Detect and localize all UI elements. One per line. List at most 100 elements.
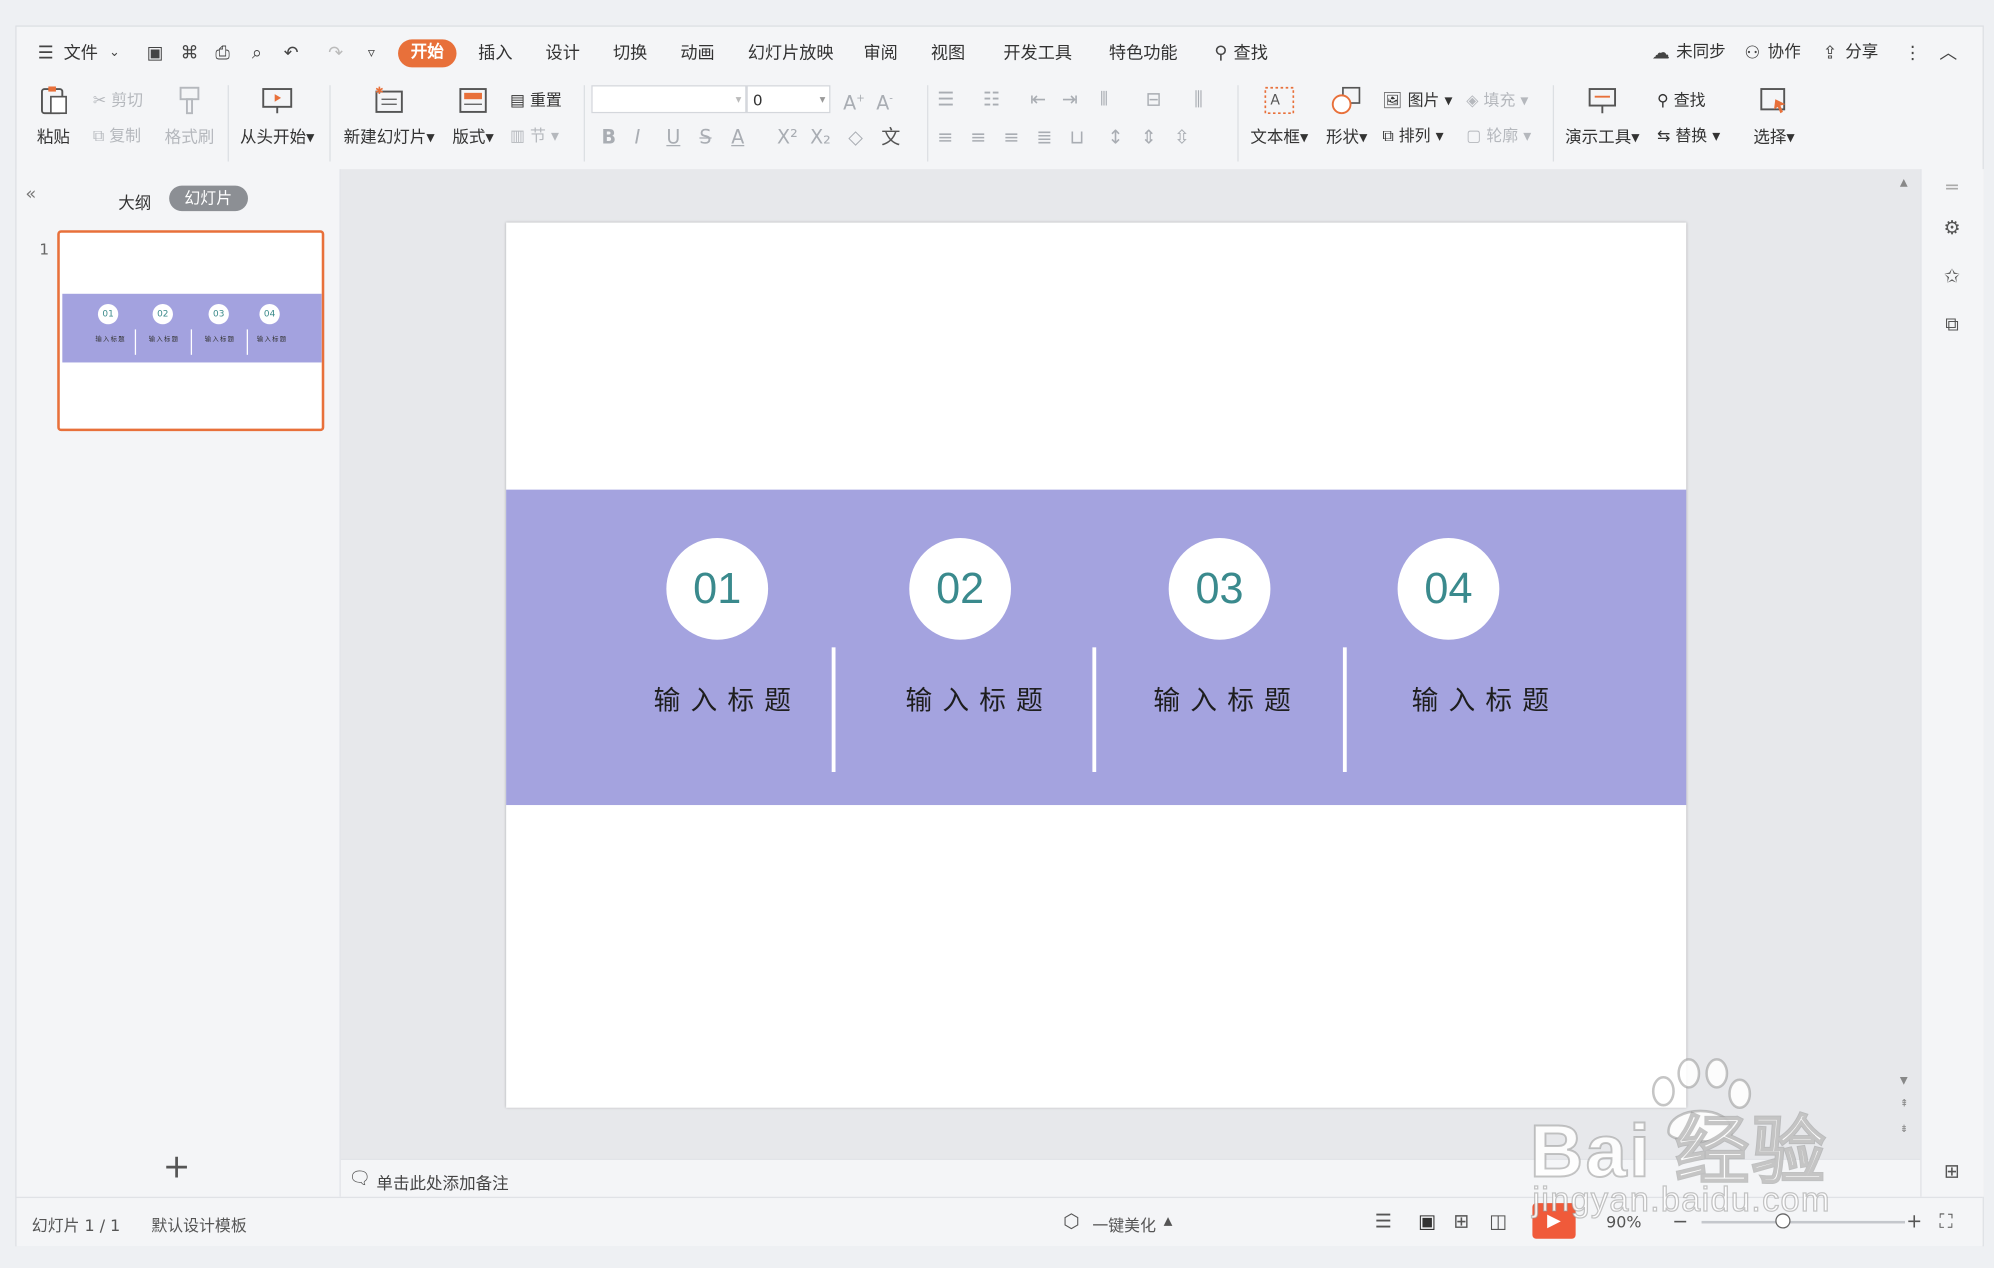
tab-insert[interactable]: 插入 bbox=[478, 42, 512, 65]
section-title[interactable]: 输入标题 bbox=[1113, 680, 1342, 718]
transition-icon[interactable]: ⧉ bbox=[1939, 312, 1964, 337]
fill-button[interactable]: ◈ 填充 ▾ bbox=[1466, 90, 1528, 110]
zoom-slider[interactable] bbox=[1701, 1220, 1906, 1224]
italic-icon[interactable]: I bbox=[635, 126, 641, 149]
format-painter-button[interactable]: 格式刷 bbox=[162, 85, 218, 148]
notes-toggle-icon[interactable]: ☰ bbox=[1375, 1209, 1392, 1232]
more-options-icon[interactable]: ⋮ bbox=[1901, 42, 1924, 65]
section-title[interactable]: 输入标题 bbox=[1371, 680, 1600, 718]
bold-icon[interactable]: B bbox=[602, 126, 617, 149]
file-menu[interactable]: 文件 bbox=[64, 42, 98, 65]
present-tools-button[interactable]: 演示工具▾ bbox=[1563, 85, 1642, 148]
beautify-icon[interactable]: ⬡ bbox=[1063, 1209, 1080, 1232]
layout-button[interactable]: 版式▾ bbox=[449, 85, 497, 148]
collaborate-icon[interactable]: ⚇ bbox=[1741, 42, 1764, 65]
print-preview-icon[interactable]: ⌕ bbox=[245, 42, 268, 65]
number-circle[interactable]: 03 bbox=[1168, 537, 1271, 640]
search-command[interactable]: 查找 bbox=[1234, 42, 1268, 65]
beautify-button[interactable]: 一键美化 bbox=[1092, 1212, 1156, 1236]
collaborate-button[interactable]: 协作 bbox=[1768, 42, 1801, 65]
collapse-ribbon-icon[interactable]: ︿ bbox=[1937, 42, 1960, 65]
strikethrough-icon[interactable]: S bbox=[699, 126, 711, 149]
undo-icon[interactable]: ↶ bbox=[280, 42, 303, 65]
slide[interactable]: 01 02 03 04 输入标题 输入标题 输入标题 输入标题 bbox=[506, 222, 1687, 1108]
tab-design[interactable]: 设计 bbox=[546, 42, 580, 65]
properties-icon[interactable]: ⚙ bbox=[1939, 215, 1964, 240]
outline-button[interactable]: ▢ 轮廓 ▾ bbox=[1466, 126, 1531, 146]
add-slide-button[interactable]: + bbox=[163, 1151, 191, 1184]
justify-icon[interactable]: ≣ bbox=[1036, 126, 1052, 149]
picture-button[interactable]: 🖼 图片 ▾ bbox=[1382, 90, 1452, 110]
decrease-font-icon[interactable]: A- bbox=[876, 88, 893, 115]
bullet-list-icon[interactable]: ☰ bbox=[937, 88, 954, 111]
select-button[interactable]: 选择▾ bbox=[1749, 85, 1800, 148]
divider-line[interactable] bbox=[1342, 647, 1347, 772]
number-circle[interactable]: 04 bbox=[1397, 537, 1500, 640]
font-family-select[interactable]: ▾ bbox=[591, 85, 747, 114]
notes-pane[interactable]: 🗨 单击此处添加备注 bbox=[340, 1158, 1921, 1199]
tab-home[interactable]: 开始 bbox=[398, 39, 457, 68]
unsynced-status[interactable]: 未同步 bbox=[1676, 42, 1726, 65]
text-direction-icon[interactable]: ⊟ bbox=[1146, 88, 1162, 111]
arrange-button[interactable]: ⧉ 排列 ▾ bbox=[1382, 126, 1443, 146]
notes-placeholder[interactable]: 单击此处添加备注 bbox=[376, 1170, 508, 1194]
tab-transition[interactable]: 切换 bbox=[613, 42, 647, 65]
subscript-icon[interactable]: X₂ bbox=[810, 126, 831, 149]
slide-thumbnail[interactable]: 01 02 03 04 输入标题 输入标题 输入标题 输入标题 bbox=[57, 230, 325, 432]
shape-button[interactable]: 形状▾ bbox=[1319, 85, 1375, 148]
share-button[interactable]: 分享 bbox=[1845, 42, 1878, 65]
redo-icon[interactable]: ↷ bbox=[324, 42, 347, 65]
section-title[interactable]: 输入标题 bbox=[613, 680, 842, 718]
scroll-up-icon[interactable]: ▲ bbox=[1900, 177, 1908, 188]
tab-slideshow[interactable]: 幻灯片放映 bbox=[748, 42, 834, 65]
cloud-icon[interactable]: ☁ bbox=[1649, 42, 1672, 65]
font-color-icon[interactable]: A bbox=[731, 126, 744, 149]
align-right-icon[interactable]: ≡ bbox=[1003, 126, 1019, 149]
share-icon[interactable]: ⇪ bbox=[1819, 42, 1842, 65]
tab-view[interactable]: 视图 bbox=[931, 42, 965, 65]
tab-slides[interactable]: 幻灯片 bbox=[169, 185, 248, 212]
beautify-caret-icon[interactable]: ▲ bbox=[1164, 1216, 1173, 1229]
cut-button[interactable]: ✂ 剪切 bbox=[93, 90, 143, 110]
line-spacing-icon[interactable]: ↕ bbox=[1108, 126, 1124, 149]
increase-font-icon[interactable]: A+ bbox=[843, 88, 865, 115]
new-slide-button[interactable]: ✱ 新建幻灯片▾ bbox=[342, 85, 436, 147]
tab-developer[interactable]: 开发工具 bbox=[1003, 42, 1072, 65]
columns-icon[interactable]: ⫴ bbox=[1100, 88, 1108, 111]
textbox-button[interactable]: A 文本框▾ bbox=[1248, 85, 1312, 148]
print-icon[interactable]: ⎙ bbox=[211, 42, 234, 65]
paste-button[interactable]: 粘贴 bbox=[32, 85, 75, 148]
zoom-in-icon[interactable]: + bbox=[1906, 1209, 1922, 1232]
collapse-panel-icon[interactable]: « bbox=[25, 184, 36, 204]
tab-review[interactable]: 审阅 bbox=[863, 42, 897, 65]
fit-window-icon[interactable]: ⛶ bbox=[1939, 1209, 1952, 1232]
chevron-down-icon[interactable]: ⌄ bbox=[103, 42, 126, 65]
find-button[interactable]: ⚲ 查找 bbox=[1657, 90, 1706, 110]
copy-button[interactable]: ⧉ 复制 bbox=[93, 126, 141, 146]
zoom-out-icon[interactable]: − bbox=[1672, 1209, 1688, 1232]
divider-line[interactable] bbox=[831, 647, 836, 772]
decrease-indent-icon[interactable]: ⇤ bbox=[1030, 88, 1046, 111]
section-title[interactable]: 输入标题 bbox=[865, 680, 1094, 718]
increase-indent-icon[interactable]: ⇥ bbox=[1062, 88, 1078, 111]
replace-button[interactable]: ⇆ 替换 ▾ bbox=[1657, 126, 1720, 146]
previous-slide-icon[interactable]: ⇞ bbox=[1900, 1098, 1909, 1109]
tab-outline[interactable]: 大纲 bbox=[118, 189, 151, 214]
reading-view-icon[interactable]: ◫ bbox=[1489, 1209, 1507, 1232]
zoom-level[interactable]: 90% bbox=[1606, 1212, 1641, 1231]
save-icon[interactable]: ▣ bbox=[144, 42, 167, 65]
title-band[interactable]: 01 02 03 04 输入标题 输入标题 输入标题 输入标题 bbox=[506, 489, 1687, 806]
font-size-select[interactable]: 0 ▾ bbox=[746, 85, 831, 114]
scroll-down-icon[interactable]: ▼ bbox=[1900, 1075, 1908, 1086]
play-slideshow-button[interactable]: ▶ bbox=[1532, 1203, 1576, 1239]
tab-special-features[interactable]: 特色功能 bbox=[1109, 42, 1178, 65]
clear-format-icon[interactable]: ◇ bbox=[848, 126, 863, 149]
grid-apps-icon[interactable]: ⊞ bbox=[1939, 1159, 1964, 1184]
customize-toolbar-icon[interactable]: ▿ bbox=[360, 42, 383, 65]
animation-icon[interactable]: ✩ bbox=[1939, 263, 1964, 288]
paragraph-spacing-icon[interactable]: ⇕ bbox=[1141, 126, 1157, 149]
template-name[interactable]: 默认设计模板 bbox=[151, 1212, 246, 1236]
align-center-icon[interactable]: ≡ bbox=[970, 126, 986, 149]
next-slide-icon[interactable]: ⇟ bbox=[1900, 1123, 1909, 1134]
slide-sorter-icon[interactable]: ⊞ bbox=[1454, 1209, 1470, 1232]
